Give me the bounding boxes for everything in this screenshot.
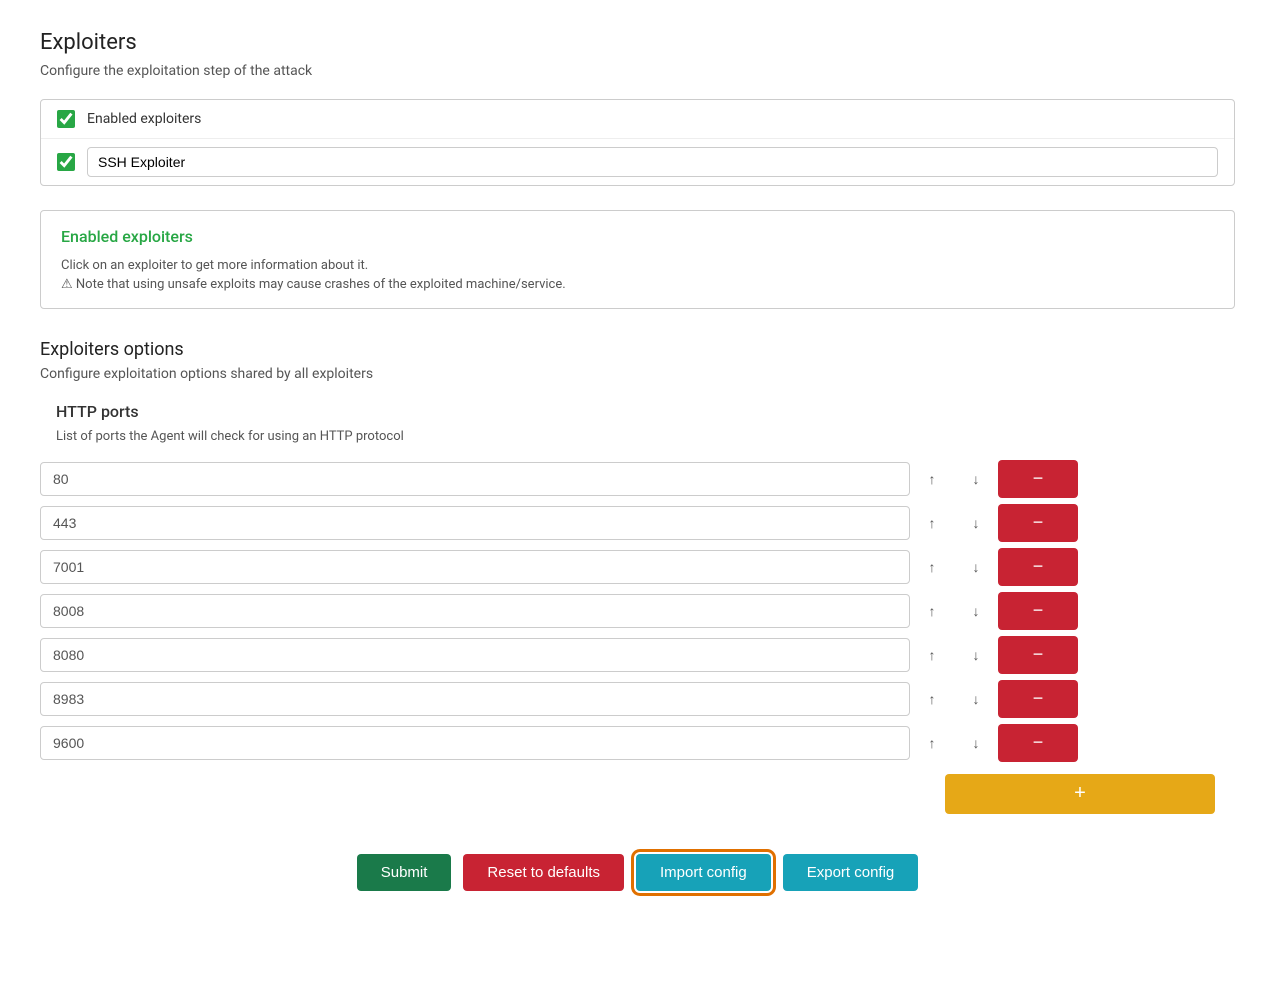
- enabled-exploiters-label: Enabled exploiters: [87, 111, 201, 127]
- ssh-exploiter-select[interactable]: SSH Exploiter: [87, 147, 1218, 177]
- reset-button[interactable]: Reset to defaults: [463, 854, 624, 891]
- submit-button[interactable]: Submit: [357, 854, 452, 891]
- remove-port-button[interactable]: −: [998, 548, 1078, 586]
- port-input[interactable]: [40, 726, 910, 760]
- move-up-button[interactable]: ↑: [910, 724, 954, 762]
- import-config-button[interactable]: Import config: [636, 854, 771, 891]
- move-up-button[interactable]: ↑: [910, 680, 954, 718]
- enabled-exploiters-checkbox[interactable]: [57, 110, 75, 128]
- move-down-button[interactable]: ↓: [954, 680, 998, 718]
- move-up-button[interactable]: ↑: [910, 504, 954, 542]
- remove-port-button[interactable]: −: [998, 592, 1078, 630]
- ssh-exploiter-row: SSH Exploiter: [41, 139, 1234, 185]
- move-up-button[interactable]: ↑: [910, 548, 954, 586]
- remove-port-button[interactable]: −: [998, 504, 1078, 542]
- info-box-title: Enabled exploiters: [61, 227, 1214, 246]
- ssh-exploiter-checkbox[interactable]: [57, 153, 75, 171]
- port-row: ↑ ↓ −: [40, 592, 1235, 630]
- enabled-exploiters-info-box: Enabled exploiters Click on an exploiter…: [40, 210, 1235, 309]
- move-up-button[interactable]: ↑: [910, 636, 954, 674]
- move-down-button[interactable]: ↓: [954, 504, 998, 542]
- ssh-select-wrapper: SSH Exploiter: [87, 147, 1218, 177]
- port-input[interactable]: [40, 638, 910, 672]
- port-row: ↑ ↓ −: [40, 548, 1235, 586]
- port-list: ↑ ↓ − ↑ ↓ − ↑ ↓ − ↑ ↓ − ↑ ↓ − ↑ ↓ − ↑ ↓ …: [40, 460, 1235, 768]
- exploiters-options-subtitle: Configure exploitation options shared by…: [40, 366, 1235, 382]
- port-input[interactable]: [40, 462, 910, 496]
- move-up-button[interactable]: ↑: [910, 592, 954, 630]
- http-ports-desc: List of ports the Agent will check for u…: [40, 429, 1235, 444]
- remove-port-button[interactable]: −: [998, 680, 1078, 718]
- port-row: ↑ ↓ −: [40, 680, 1235, 718]
- add-port-button[interactable]: +: [945, 774, 1215, 814]
- add-btn-row: +: [40, 774, 1215, 814]
- port-row: ↑ ↓ −: [40, 460, 1235, 498]
- http-ports-title: HTTP ports: [40, 402, 1235, 421]
- page-subtitle: Configure the exploitation step of the a…: [40, 63, 1235, 79]
- port-row: ↑ ↓ −: [40, 636, 1235, 674]
- info-box-line1: Click on an exploiter to get more inform…: [61, 256, 1214, 277]
- port-input[interactable]: [40, 550, 910, 584]
- action-buttons: Submit Reset to defaults Import config E…: [40, 854, 1235, 891]
- move-up-button[interactable]: ↑: [910, 460, 954, 498]
- exploiters-section: Enabled exploiters SSH Exploiter: [40, 99, 1235, 186]
- move-down-button[interactable]: ↓: [954, 548, 998, 586]
- port-input[interactable]: [40, 506, 910, 540]
- port-input[interactable]: [40, 594, 910, 628]
- move-down-button[interactable]: ↓: [954, 460, 998, 498]
- export-config-button[interactable]: Export config: [783, 854, 919, 891]
- page-title: Exploiters: [40, 30, 1235, 55]
- port-row: ↑ ↓ −: [40, 504, 1235, 542]
- remove-port-button[interactable]: −: [998, 636, 1078, 674]
- move-down-button[interactable]: ↓: [954, 636, 998, 674]
- info-box-line2: ⚠ Note that using unsafe exploits may ca…: [61, 277, 1214, 292]
- port-input[interactable]: [40, 682, 910, 716]
- remove-port-button[interactable]: −: [998, 460, 1078, 498]
- enabled-exploiters-row: Enabled exploiters: [41, 100, 1234, 139]
- move-down-button[interactable]: ↓: [954, 592, 998, 630]
- exploiters-options-title: Exploiters options: [40, 339, 1235, 360]
- move-down-button[interactable]: ↓: [954, 724, 998, 762]
- remove-port-button[interactable]: −: [998, 724, 1078, 762]
- port-row: ↑ ↓ −: [40, 724, 1235, 762]
